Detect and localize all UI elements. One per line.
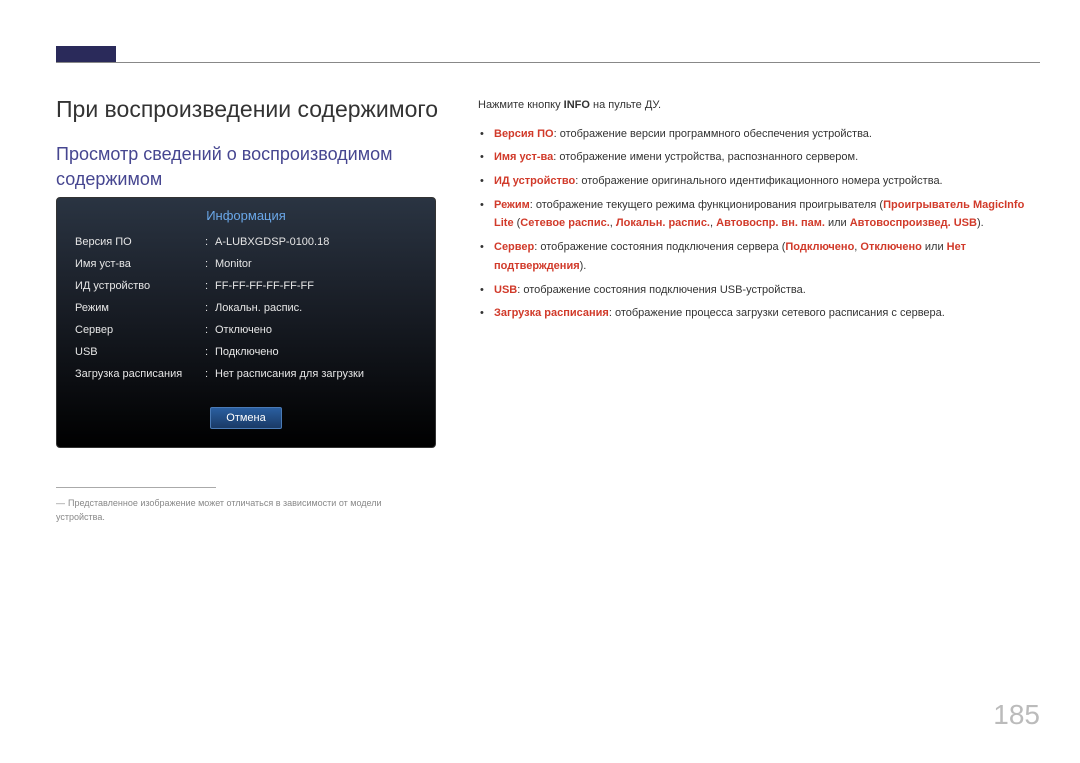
row-value: Отключено	[215, 324, 417, 336]
row-value: A-LUBXGDSP-0100.18	[215, 236, 417, 248]
info-row: Имя уст-ва:Monitor	[57, 253, 435, 275]
info-row: Режим:Локальн. распис.	[57, 297, 435, 319]
info-row: ИД устройство:FF-FF-FF-FF-FF-FF	[57, 275, 435, 297]
list-item: Сервер: отображение состояния подключени…	[480, 238, 1038, 275]
row-label: Версия ПО	[75, 236, 205, 248]
row-value: Monitor	[215, 258, 417, 270]
description-column: Нажмите кнопку INFO на пульте ДУ. Версия…	[478, 96, 1038, 328]
row-label: Имя уст-ва	[75, 258, 205, 270]
header-accent	[56, 46, 116, 62]
header-rule	[56, 62, 1040, 63]
list-item: USB: отображение состояния подключения U…	[480, 281, 1038, 300]
list-item: Версия ПО: отображение версии программно…	[480, 125, 1038, 144]
disclaimer-rule	[56, 487, 216, 488]
list-item: Режим: отображение текущего режима функц…	[480, 196, 1038, 233]
row-label: Загрузка расписания	[75, 368, 205, 380]
info-panel-title: Информация	[57, 198, 435, 231]
cancel-button[interactable]: Отмена	[210, 407, 282, 429]
info-row: Сервер:Отключено	[57, 319, 435, 341]
row-label: Сервер	[75, 324, 205, 336]
feature-list: Версия ПО: отображение версии программно…	[478, 125, 1038, 323]
row-label: Режим	[75, 302, 205, 314]
list-item: Имя уст-ва: отображение имени устройства…	[480, 148, 1038, 167]
row-value: Подключено	[215, 346, 417, 358]
info-row: Версия ПО:A-LUBXGDSP-0100.18	[57, 231, 435, 253]
row-value: Локальн. распис.	[215, 302, 417, 314]
row-value: FF-FF-FF-FF-FF-FF	[215, 280, 417, 292]
section-subtitle: Просмотр сведений о воспроизводимом соде…	[56, 142, 416, 192]
row-value: Нет расписания для загрузки	[215, 368, 417, 380]
page-title: При воспроизведении содержимого	[56, 96, 438, 123]
disclaimer-text: ―Представленное изображение может отлича…	[56, 497, 426, 524]
page-number: 185	[993, 699, 1040, 731]
row-label: ИД устройство	[75, 280, 205, 292]
info-row: Загрузка расписания:Нет расписания для з…	[57, 363, 435, 385]
info-panel: Информация Версия ПО:A-LUBXGDSP-0100.18 …	[56, 197, 436, 448]
row-label: USB	[75, 346, 205, 358]
intro-text: Нажмите кнопку INFO на пульте ДУ.	[478, 96, 1038, 115]
list-item: Загрузка расписания: отображение процесс…	[480, 304, 1038, 323]
info-row: USB:Подключено	[57, 341, 435, 363]
list-item: ИД устройство: отображение оригинального…	[480, 172, 1038, 191]
